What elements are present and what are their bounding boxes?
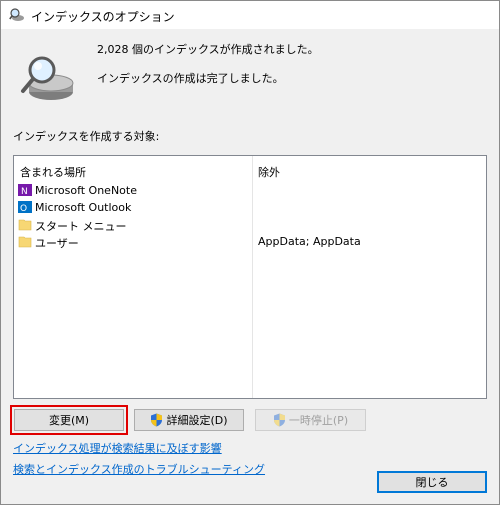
advanced-button[interactable]: 詳細設定(D) [134, 409, 244, 431]
onenote-icon: N [18, 184, 32, 197]
close-button-label: 閉じる [415, 476, 449, 489]
folder-icon [18, 236, 32, 248]
pause-button-label: 一時停止(P) [288, 414, 349, 427]
location-excluded: AppData; AppData [258, 235, 361, 248]
uac-shield-icon [273, 413, 285, 427]
indexing-effect-link[interactable]: インデックス処理が検索結果に及ぼす影響 [13, 440, 222, 456]
advanced-button-label: 詳細設定(D) [166, 414, 228, 427]
indexing-options-window: インデックスのオプション 2,028 個のインデックスが作成されました。 インデ… [0, 0, 500, 505]
location-label: スタート メニュー [35, 220, 127, 233]
location-label: Microsoft Outlook [35, 201, 132, 214]
indexing-options-icon [9, 8, 24, 21]
modify-button[interactable]: 変更(M) [10, 405, 128, 435]
window-title: インデックスのオプション [31, 10, 175, 24]
excluded-header: 除外 [258, 166, 280, 179]
location-row-users[interactable]: ユーザー AppData; AppData [18, 233, 484, 250]
modify-button-label: 変更(M) [48, 414, 90, 427]
folder-icon [18, 219, 32, 231]
svg-text:O: O [20, 204, 27, 214]
pause-button[interactable]: 一時停止(P) [255, 409, 366, 431]
location-label: Microsoft OneNote [35, 184, 137, 197]
location-row-start-menu[interactable]: スタート メニュー [18, 216, 484, 233]
uac-shield-icon [151, 413, 163, 427]
close-button[interactable]: 閉じる [377, 471, 487, 493]
title-bar: インデックスのオプション [1, 1, 499, 29]
location-row-outlook[interactable]: O Microsoft Outlook [18, 199, 484, 216]
indexed-locations-list[interactable]: 含まれる場所 除外 N Microsoft OneNote O Microsof… [13, 155, 487, 399]
svg-text:N: N [21, 187, 28, 197]
outlook-icon: O [18, 201, 32, 214]
troubleshoot-link[interactable]: 検索とインデックス作成のトラブルシューティング [13, 461, 265, 477]
indexing-complete-text: インデックスの作成は完了しました。 [97, 72, 284, 85]
locations-section-label: インデックスを作成する対象: [13, 130, 160, 143]
indexed-count-text: 2,028 個のインデックスが作成されました。 [97, 43, 319, 56]
location-label: ユーザー [35, 237, 79, 250]
indexing-magnifier-drive-icon [21, 56, 74, 100]
included-locations-header: 含まれる場所 [20, 166, 86, 179]
location-row-onenote[interactable]: N Microsoft OneNote [18, 182, 484, 199]
